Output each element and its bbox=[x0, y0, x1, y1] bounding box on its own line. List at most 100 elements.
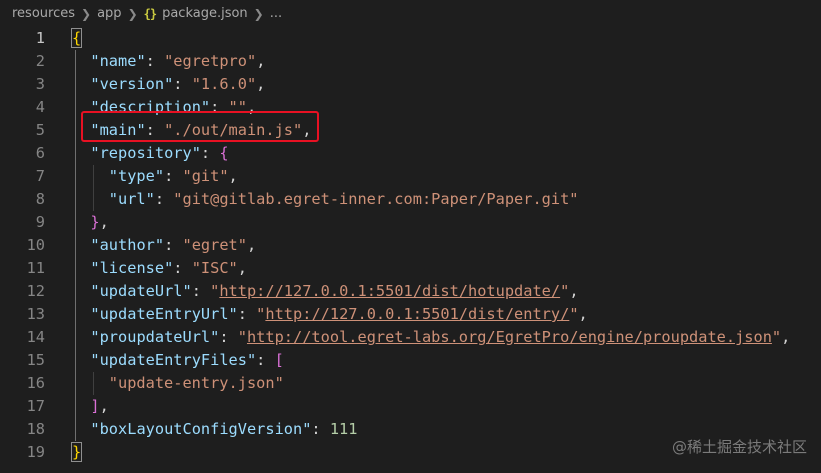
line-number: 19 bbox=[26, 443, 45, 461]
code-line[interactable]: 7 "type": "git", bbox=[0, 165, 821, 188]
line-number: 1 bbox=[35, 29, 45, 47]
code-line[interactable]: 13 "updateEntryUrl": "http://127.0.0.1:55… bbox=[0, 303, 821, 326]
json-file-icon: {} bbox=[143, 6, 157, 21]
code-token: "boxLayoutConfigVersion" bbox=[90, 420, 312, 438]
code-token: http://127.0.0.1:5501/dist/hotupdate/ bbox=[219, 282, 561, 300]
line-number: 5 bbox=[35, 121, 45, 139]
code-token: : bbox=[219, 328, 238, 346]
code-text: "repository": { bbox=[90, 142, 228, 165]
code-line[interactable]: 11 "license": "ISC", bbox=[0, 257, 821, 280]
code-token: , bbox=[228, 167, 238, 185]
code-line[interactable]: 8 "url": "git@gitlab.egret-inner.com:Pape… bbox=[0, 188, 821, 211]
code-text: "name": "egretpro", bbox=[90, 50, 265, 73]
code-token: "git" bbox=[182, 167, 229, 185]
indent-guide bbox=[93, 372, 95, 395]
code-text: ], bbox=[90, 395, 108, 418]
code-token: : bbox=[237, 305, 257, 323]
line-number: 9 bbox=[35, 213, 45, 231]
code-line[interactable]: 14 "proupdateUrl": "http://tool.egret-lab… bbox=[0, 326, 821, 349]
code-token: : bbox=[200, 144, 220, 162]
line-number: 8 bbox=[35, 190, 45, 208]
code-text: "updateUrl": "http://127.0.0.1:5501/dist… bbox=[90, 280, 578, 303]
code-token: , bbox=[569, 282, 579, 300]
breadcrumb-item-file[interactable]: package.json bbox=[162, 6, 248, 21]
breadcrumb-item-symbols[interactable]: ... bbox=[270, 6, 282, 21]
line-number: 7 bbox=[35, 167, 45, 185]
code-line[interactable]: 16 "update-entry.json" bbox=[0, 372, 821, 395]
code-text: "type": "git", bbox=[109, 165, 238, 188]
line-number: 4 bbox=[35, 98, 45, 116]
code-text: "version": "1.6.0", bbox=[90, 73, 265, 96]
code-token: "updateEntryUrl" bbox=[90, 305, 238, 323]
code-token: " bbox=[237, 328, 247, 346]
breadcrumb-item-resources[interactable]: resources bbox=[12, 6, 75, 21]
chevron-right-icon: ❯ bbox=[127, 6, 138, 21]
code-token: http://127.0.0.1:5501/dist/entry/ bbox=[265, 305, 570, 323]
code-token: " bbox=[771, 328, 782, 346]
chevron-right-icon: ❯ bbox=[81, 6, 92, 21]
watermark: @稀土掘金技术社区 bbox=[671, 438, 807, 456]
code-line[interactable]: 17], bbox=[0, 395, 821, 418]
code-line[interactable]: 6 "repository": { bbox=[0, 142, 821, 165]
code-token: : bbox=[173, 259, 192, 277]
code-line[interactable]: 10 "author": "egret", bbox=[0, 234, 821, 257]
line-number: 11 bbox=[26, 259, 45, 277]
code-editor[interactable]: 1{2 "name": "egretpro", 3 "version": "1.6.0… bbox=[0, 27, 821, 473]
code-line[interactable]: 9}, bbox=[0, 211, 821, 234]
code-line[interactable]: 1{ bbox=[0, 27, 821, 50]
code-token: "ISC" bbox=[191, 259, 238, 277]
code-token: http://tool.egret-labs.org/EgretPro/engi… bbox=[246, 328, 772, 346]
code-token: "repository" bbox=[90, 144, 201, 162]
code-text: "updateEntryUrl": "http://127.0.0.1:5501… bbox=[90, 303, 587, 326]
code-token: : bbox=[164, 236, 183, 254]
code-token: "updateEntryFiles" bbox=[90, 351, 257, 369]
code-text: { bbox=[70, 27, 83, 50]
code-token: " bbox=[256, 305, 266, 323]
code-token: 111 bbox=[329, 420, 358, 438]
code-token: "proupdateUrl" bbox=[90, 328, 220, 346]
code-token: [ bbox=[274, 351, 284, 369]
code-line[interactable]: 12 "updateUrl": "http://127.0.0.1:5501/di… bbox=[0, 280, 821, 303]
code-token: " bbox=[560, 282, 570, 300]
code-token: "type" bbox=[108, 167, 165, 185]
code-token: "url" bbox=[108, 190, 155, 208]
code-token: : bbox=[256, 351, 275, 369]
code-token: "author" bbox=[90, 236, 165, 254]
code-text: }, bbox=[90, 211, 108, 234]
breadcrumb-item-app[interactable]: app bbox=[97, 6, 121, 21]
code-text: "url": "git@gitlab.egret-inner.com:Paper… bbox=[109, 188, 579, 211]
chevron-right-icon: ❯ bbox=[253, 6, 264, 21]
code-token: "1.6.0" bbox=[191, 75, 257, 93]
code-token: } bbox=[70, 442, 83, 462]
line-number: 14 bbox=[26, 328, 45, 346]
code-line[interactable]: 3 "version": "1.6.0", bbox=[0, 73, 821, 96]
code-text: "proupdateUrl": "http://tool.egret-labs.… bbox=[90, 326, 790, 349]
line-number: 13 bbox=[26, 305, 45, 323]
code-text: } bbox=[70, 441, 83, 464]
code-token: : bbox=[173, 75, 192, 93]
code-token: " bbox=[210, 282, 220, 300]
breadcrumb: resources ❯ app ❯ {} package.json ❯ ... bbox=[0, 0, 821, 27]
code-token: "version" bbox=[90, 75, 174, 93]
code-token: "update-entry.json" bbox=[108, 374, 284, 392]
code-token: , bbox=[237, 259, 247, 277]
code-token: "license" bbox=[90, 259, 174, 277]
code-line[interactable]: 15 "updateEntryFiles": [ bbox=[0, 349, 821, 372]
code-token: : bbox=[191, 282, 211, 300]
code-token: "git@gitlab.egret-inner.com:Paper/Paper.… bbox=[173, 190, 579, 208]
code-token: } bbox=[90, 213, 100, 231]
line-number: 18 bbox=[26, 420, 45, 438]
code-line[interactable]: 2 "name": "egretpro", bbox=[0, 50, 821, 73]
code-token: { bbox=[70, 28, 83, 48]
indent-guide bbox=[75, 50, 76, 441]
highlight-annotation-box bbox=[81, 111, 319, 142]
line-number: 15 bbox=[26, 351, 45, 369]
code-token: { bbox=[219, 144, 229, 162]
line-number: 10 bbox=[26, 236, 45, 254]
line-number: 3 bbox=[35, 75, 45, 93]
indent-guide bbox=[93, 165, 95, 211]
line-number: 12 bbox=[26, 282, 45, 300]
code-token: : bbox=[145, 52, 165, 70]
code-text: "author": "egret", bbox=[90, 234, 256, 257]
code-token: : bbox=[311, 420, 330, 438]
